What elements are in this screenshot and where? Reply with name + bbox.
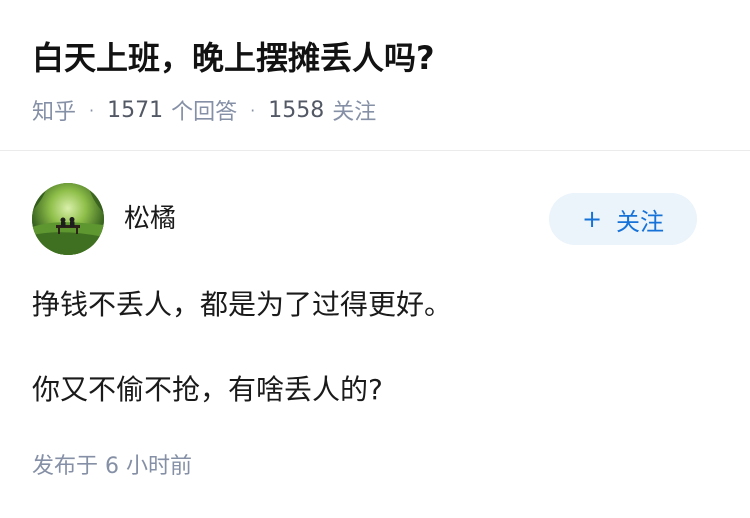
follow-button[interactable]: + 关注 [549,193,697,245]
avatar-park-bench-photo-icon [32,183,104,255]
answer-paragraph: 你又不偷不抢，有啥丢人的? [32,373,383,406]
question-title[interactable]: 白天上班，晚上摆摊丢人吗? [32,36,435,80]
follower-count-label[interactable]: 关注 [332,94,376,126]
plus-icon: + [581,205,603,233]
meta-separator: · [89,100,95,120]
answer-count: 1571 [107,97,164,123]
author-name[interactable]: 松橘 [124,201,176,237]
publish-time-label: 发布于 [32,454,99,479]
answer-card: 松橘 + 关注 挣钱不丢人，都是为了过得更好。 你又不偷不抢，有啥丢人的? 发布… [0,151,750,518]
source-label[interactable]: 知乎 [32,94,76,126]
answer-paragraph: 挣钱不丢人，都是为了过得更好。 [32,288,453,321]
answer-count-label[interactable]: 个回答 [171,94,237,126]
question-header: 白天上班，晚上摆摊丢人吗? 知乎 · 1571 个回答 · 1558 关注 [0,0,750,151]
avatar[interactable] [32,183,104,255]
follow-button-label: 关注 [616,207,665,236]
publish-time: 发布于 6 小时前 [32,451,192,483]
question-meta: 知乎 · 1571 个回答 · 1558 关注 [32,94,376,126]
publish-time-value: 6 小时前 [105,454,193,479]
meta-separator: · [250,100,256,120]
follower-count: 1558 [268,97,325,123]
